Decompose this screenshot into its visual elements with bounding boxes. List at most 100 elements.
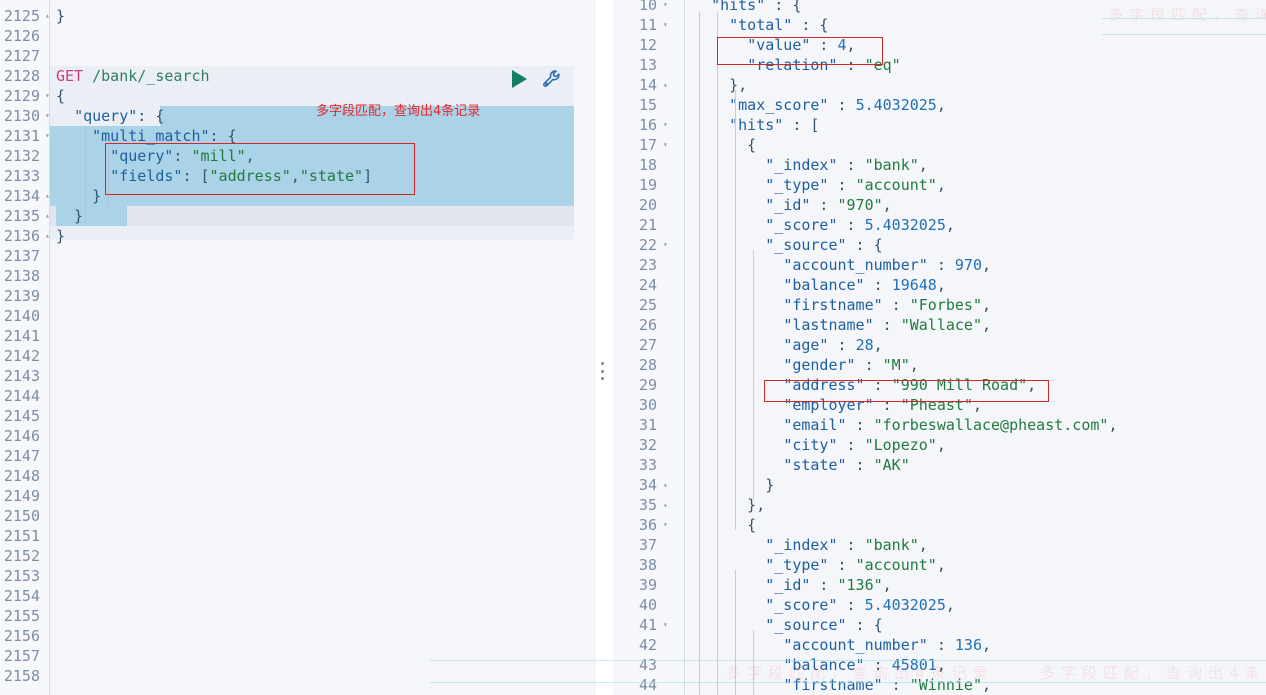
code-line[interactable]: { [693, 135, 756, 155]
line-number: 2127 [3, 47, 40, 65]
fold-toggle-up-icon[interactable]: ▴ [45, 186, 50, 206]
response-indent-rail-6 [753, 630, 754, 695]
play-icon[interactable] [512, 70, 527, 88]
code-line[interactable]: "firstname" : "Winnie", [693, 675, 991, 695]
code-line[interactable]: } [56, 206, 83, 226]
code-line[interactable]: "account_number" : 970, [693, 255, 991, 275]
code-line[interactable]: "balance" : 45801, [693, 655, 946, 675]
line-number: 38 [638, 556, 657, 574]
code-line[interactable]: "_score" : 5.4032025, [693, 215, 955, 235]
fold-toggle-up-icon[interactable]: ▴ [663, 495, 668, 515]
code-line[interactable]: "_id" : "136", [693, 575, 891, 595]
fold-toggle-down-icon[interactable]: ▾ [663, 615, 668, 635]
pane-splitter[interactable] [598, 0, 613, 695]
line-number: 2143 [3, 367, 40, 385]
response-gutter[interactable]: 10 ▾ 11 ▾ 12 13 14 ▴ 15 16 ▾ 17 ▾ 18 19 20 21 22 ▾ 23 24 25 26… [613, 0, 685, 695]
code-line[interactable]: "age" : 28, [693, 335, 882, 355]
code-line[interactable]: "hits" : { [693, 0, 801, 15]
code-line[interactable]: "query": "mill", [56, 146, 255, 166]
line-number: 14 [638, 76, 657, 94]
line-number: 24 [638, 276, 657, 294]
line-number: 2141 [3, 327, 40, 345]
code-line[interactable]: "_type" : "account", [693, 555, 946, 575]
response-indent-rail-2 [717, 12, 718, 695]
code-line[interactable]: "query": { [56, 106, 164, 126]
line-number: 17 [638, 136, 657, 154]
fold-toggle-down-icon[interactable]: ▾ [663, 115, 668, 135]
line-number: 37 [638, 536, 657, 554]
fold-toggle-down-icon[interactable]: ▾ [663, 0, 668, 15]
code-line[interactable]: "_index" : "bank", [693, 155, 928, 175]
line-number: 10 [638, 0, 657, 14]
code-line[interactable]: } [693, 475, 774, 495]
code-line[interactable]: } [56, 6, 65, 26]
line-number: 27 [638, 336, 657, 354]
line-number: 2147 [3, 447, 40, 465]
line-number: 19 [638, 176, 657, 194]
code-line[interactable]: "hits" : [ [693, 115, 819, 135]
code-line[interactable]: { [693, 515, 756, 535]
code-line[interactable]: "city" : "Lopezo", [693, 435, 946, 455]
code-line[interactable]: "_source" : { [693, 235, 882, 255]
line-number: 2125 [3, 7, 40, 25]
line-number: 2132 [3, 147, 40, 165]
line-number: 41 [638, 616, 657, 634]
code-line[interactable]: "address" : "990 Mill Road", [693, 375, 1036, 395]
fold-toggle-up-icon[interactable]: ▴ [663, 75, 668, 95]
code-line[interactable]: "employer" : "Pheast", [693, 395, 982, 415]
response-indent-rail-3 [735, 90, 736, 530]
code-line[interactable]: "gender" : "M", [693, 355, 918, 375]
code-line[interactable]: "relation" : "eq" [693, 55, 901, 75]
response-indent-rail-5 [753, 250, 754, 500]
line-number: 2128 [3, 67, 40, 85]
line-number: 2135 [3, 207, 40, 225]
code-line[interactable]: GET /bank/_search [56, 66, 210, 86]
code-line[interactable]: }, [693, 75, 747, 95]
fold-toggle-up-icon[interactable]: ▴ [45, 206, 50, 226]
code-line[interactable]: "_id" : "970", [693, 195, 891, 215]
code-line[interactable]: "state" : "AK" [693, 455, 909, 475]
line-number: 2142 [3, 347, 40, 365]
code-line[interactable]: "lastname" : "Wallace", [693, 315, 991, 335]
code-line[interactable]: "_index" : "bank", [693, 535, 928, 555]
fold-toggle-down-icon[interactable]: ▾ [663, 135, 668, 155]
request-gutter[interactable]: 2125 ▴ 2126 2127 2128 2129 ▾ 2130 ▾ 2131 ▾ 2132 2133… [0, 0, 50, 695]
code-line[interactable]: "_source" : { [693, 615, 882, 635]
code-line[interactable]: "multi_match": { [56, 126, 237, 146]
code-line[interactable]: "email" : "forbeswallace@pheast.com", [693, 415, 1117, 435]
fold-toggle-down-icon[interactable]: ▾ [45, 106, 50, 126]
request-editor-pane[interactable]: 2125 ▴ 2126 2127 2128 2129 ▾ 2130 ▾ 2131 ▾ 2132 2133… [0, 0, 596, 695]
wrench-icon[interactable] [541, 68, 563, 90]
fold-toggle-up-icon[interactable]: ▴ [663, 475, 668, 495]
line-number: 2150 [3, 507, 40, 525]
code-line[interactable]: "total" : { [693, 15, 828, 35]
fold-toggle-down-icon[interactable]: ▾ [663, 235, 668, 255]
line-number: 35 [638, 496, 657, 514]
code-line[interactable]: "max_score" : 5.4032025, [693, 95, 946, 115]
line-number: 2131 [3, 127, 40, 145]
code-line[interactable]: "fields": ["address","state"] [56, 166, 372, 186]
fold-toggle-down-icon[interactable]: ▾ [45, 86, 50, 106]
request-actions[interactable] [512, 66, 563, 92]
code-line[interactable]: "_score" : 5.4032025, [693, 595, 955, 615]
line-number: 2137 [3, 247, 40, 265]
fold-toggle-down-icon[interactable]: ▾ [663, 515, 668, 535]
line-number: 2152 [3, 547, 40, 565]
code-line[interactable]: }, [693, 495, 765, 515]
fold-toggle-down-icon[interactable]: ▾ [663, 15, 668, 35]
line-number: 2157 [3, 647, 40, 665]
code-line[interactable]: } [56, 186, 101, 206]
code-line[interactable]: "firstname" : "Forbes", [693, 295, 991, 315]
splitter-grip-icon[interactable] [601, 362, 605, 380]
response-viewer-pane[interactable]: 10 ▾ 11 ▾ 12 13 14 ▴ 15 16 ▾ 17 ▾ 18 19 20 21 22 ▾ 23 24 25 26… [613, 0, 1266, 695]
code-line[interactable]: } [56, 226, 65, 246]
code-line[interactable]: "balance" : 19648, [693, 275, 946, 295]
fold-toggle-up-icon[interactable]: ▴ [45, 6, 50, 26]
annotation-note: 多字段匹配，查询出4条记录 [316, 104, 481, 119]
code-line[interactable]: { [56, 86, 65, 106]
fold-toggle-down-icon[interactable]: ▾ [45, 126, 50, 146]
line-number: 2138 [3, 267, 40, 285]
fold-toggle-up-icon[interactable]: ▴ [45, 226, 50, 246]
code-line[interactable]: "account_number" : 136, [693, 635, 991, 655]
code-line[interactable]: "_type" : "account", [693, 175, 946, 195]
